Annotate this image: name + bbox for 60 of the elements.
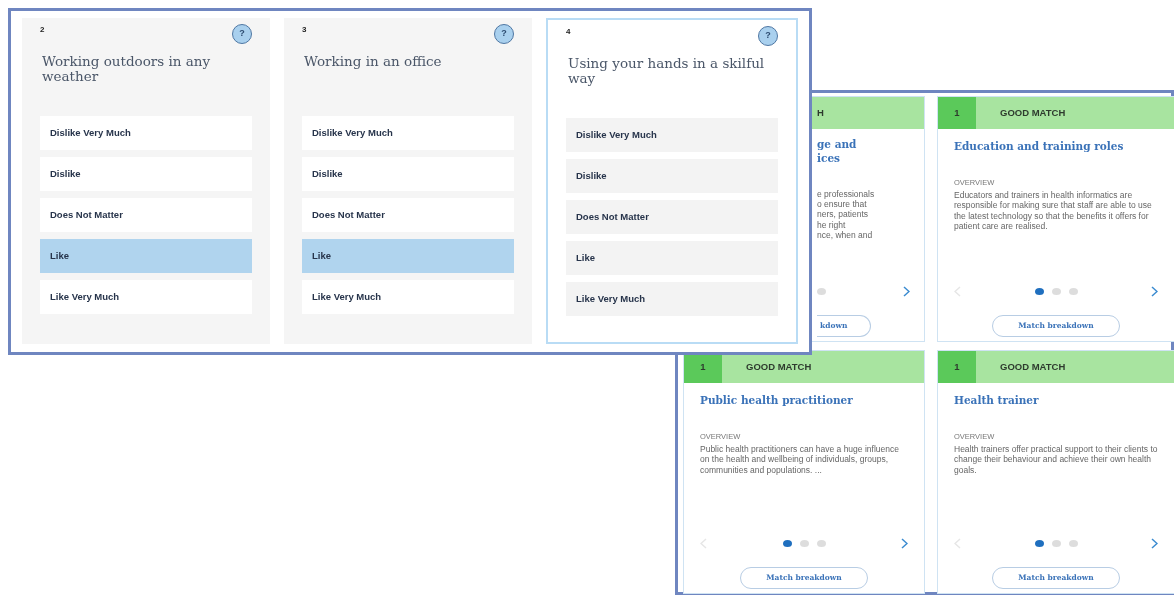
question-title: Working in an office	[304, 54, 443, 71]
answer-option[interactable]: Like	[302, 239, 514, 273]
answer-option[interactable]: Like Very Much	[566, 282, 778, 316]
answer-option[interactable]: Like	[566, 241, 778, 275]
chevron-right-icon[interactable]	[1151, 537, 1158, 549]
match-rank: 1	[938, 97, 976, 129]
answer-option[interactable]: Dislike Very Much	[566, 118, 778, 152]
help-button[interactable]: ?	[232, 24, 252, 44]
question-number: 2	[40, 26, 45, 34]
chevron-right-icon[interactable]	[1151, 285, 1158, 297]
carousel-dot[interactable]	[1068, 287, 1078, 295]
career-title[interactable]: Public health practitioner	[700, 393, 908, 431]
carousel-dot[interactable]	[1034, 287, 1044, 295]
carousel-dot[interactable]	[782, 539, 792, 547]
career-description: o ensure that	[817, 199, 868, 210]
chevron-right-icon[interactable]	[901, 537, 908, 549]
answer-option[interactable]: Dislike	[566, 159, 778, 193]
answer-option[interactable]: Dislike Very Much	[302, 116, 514, 150]
carousel-dot[interactable]	[817, 287, 826, 295]
career-title[interactable]: Health trainer	[954, 393, 1158, 431]
answer-option[interactable]: Does Not Matter	[302, 198, 514, 232]
career-title[interactable]: ge and	[817, 137, 924, 152]
match-label: GOOD MATCH	[746, 359, 812, 374]
career-description: e professionals	[817, 189, 876, 200]
question-number: 3	[302, 26, 307, 34]
answer-option[interactable]: Does Not Matter	[566, 200, 778, 234]
question-title: Working outdoors in any weather	[42, 54, 212, 86]
question-title: Using your hands in a skilful way	[568, 56, 766, 88]
career-title[interactable]: Education and training roles	[954, 139, 1158, 177]
answer-option[interactable]: Dislike	[40, 157, 252, 191]
match-label: GOOD MATCH	[1000, 359, 1066, 374]
carousel-dot[interactable]	[1051, 539, 1061, 547]
chevron-left-icon[interactable]	[954, 285, 961, 297]
chevron-right-icon[interactable]	[903, 285, 910, 297]
chevron-left-icon[interactable]	[700, 537, 707, 549]
career-description: Public health practitioners can have a huge influence on the health and wellbeing of individuals, groups, communities and populations. ...	[700, 444, 900, 475]
match-rank: 1	[938, 351, 976, 383]
answer-option[interactable]: Dislike Very Much	[40, 116, 252, 150]
match-label: GOOD MATCH	[1000, 105, 1066, 120]
answer-option[interactable]: Does Not Matter	[40, 198, 252, 232]
answer-option[interactable]: Dislike	[302, 157, 514, 191]
career-description: Health trainers offer practical support to their clients to change their behaviour and achieve their own health goals.	[954, 444, 1158, 475]
carousel-dot[interactable]	[1068, 539, 1078, 547]
answer-option[interactable]: Like Very Much	[40, 280, 252, 314]
career-description: nce, when and	[817, 229, 874, 240]
help-button[interactable]: ?	[758, 26, 778, 46]
career-description: he right	[817, 219, 847, 230]
question-number: 4	[566, 28, 571, 36]
carousel-dot[interactable]	[816, 539, 826, 547]
carousel-dot[interactable]	[1051, 287, 1061, 295]
carousel-dot[interactable]	[799, 539, 809, 547]
career-description: Educators and trainers in health informatics are responsible for making sure that staff are able to use the latest technology so that the benefits it offers for patient care are realised.	[954, 190, 1153, 231]
answer-option[interactable]: Like Very Much	[302, 280, 514, 314]
chevron-left-icon[interactable]	[954, 537, 961, 549]
help-button[interactable]: ?	[494, 24, 514, 44]
career-title[interactable]: ices	[817, 151, 924, 166]
answer-option[interactable]: Like	[40, 239, 252, 273]
match-label: H	[816, 105, 824, 120]
career-description: ners, patients	[817, 209, 870, 220]
carousel-dot[interactable]	[1034, 539, 1044, 547]
